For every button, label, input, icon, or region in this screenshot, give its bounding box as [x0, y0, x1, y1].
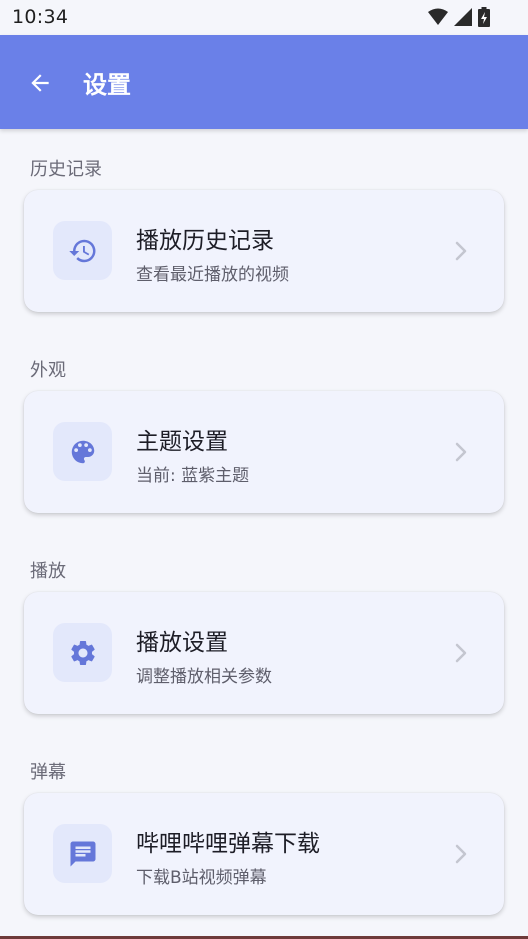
card-theme-settings[interactable]: 主题设置 当前: 蓝紫主题 — [24, 391, 504, 513]
card-subtitle: 调整播放相关参数 — [136, 667, 272, 687]
status-time: 10:34 — [12, 6, 69, 28]
card-subtitle: 下载B站视频弹幕 — [136, 868, 267, 888]
section-label-history: 历史记录 — [30, 159, 102, 180]
message-icon — [70, 841, 95, 866]
section-label-appearance: 外观 — [30, 360, 66, 381]
section-label-playback: 播放 — [30, 561, 66, 582]
battery-icon — [478, 7, 490, 27]
section-label-danmaku: 弹幕 — [30, 762, 66, 783]
chevron-right-icon — [455, 442, 467, 462]
chevron-right-icon — [455, 844, 467, 864]
card-play-history[interactable]: 播放历史记录 查看最近播放的视频 — [24, 190, 504, 312]
card-title: 主题设置 — [136, 429, 228, 455]
chevron-right-icon — [455, 643, 467, 663]
palette-icon — [71, 440, 94, 463]
card-icon-box — [53, 221, 112, 280]
page-title: 设置 — [83, 71, 131, 99]
gear-icon — [70, 640, 95, 665]
cell-signal-icon — [454, 8, 472, 26]
history-icon — [68, 239, 95, 262]
card-subtitle: 查看最近播放的视频 — [136, 265, 289, 285]
card-danmaku-download[interactable]: 哔哩哔哩弹幕下载 下载B站视频弹幕 — [24, 793, 504, 915]
wifi-icon — [428, 8, 448, 25]
status-icons — [428, 7, 490, 27]
card-icon-box — [53, 824, 112, 883]
card-title: 播放历史记录 — [136, 228, 274, 254]
status-bar: 10:34 — [0, 0, 528, 35]
arrow-back-icon — [31, 74, 49, 92]
back-button[interactable] — [24, 67, 56, 99]
card-icon-box — [53, 623, 112, 682]
card-subtitle: 当前: 蓝紫主题 — [136, 466, 250, 486]
card-title: 播放设置 — [136, 630, 228, 656]
card-playback-settings[interactable]: 播放设置 调整播放相关参数 — [24, 592, 504, 714]
card-icon-box — [53, 422, 112, 481]
chevron-right-icon — [455, 241, 467, 261]
app-bar: 设置 — [0, 35, 528, 129]
card-title: 哔哩哔哩弹幕下载 — [136, 831, 320, 857]
